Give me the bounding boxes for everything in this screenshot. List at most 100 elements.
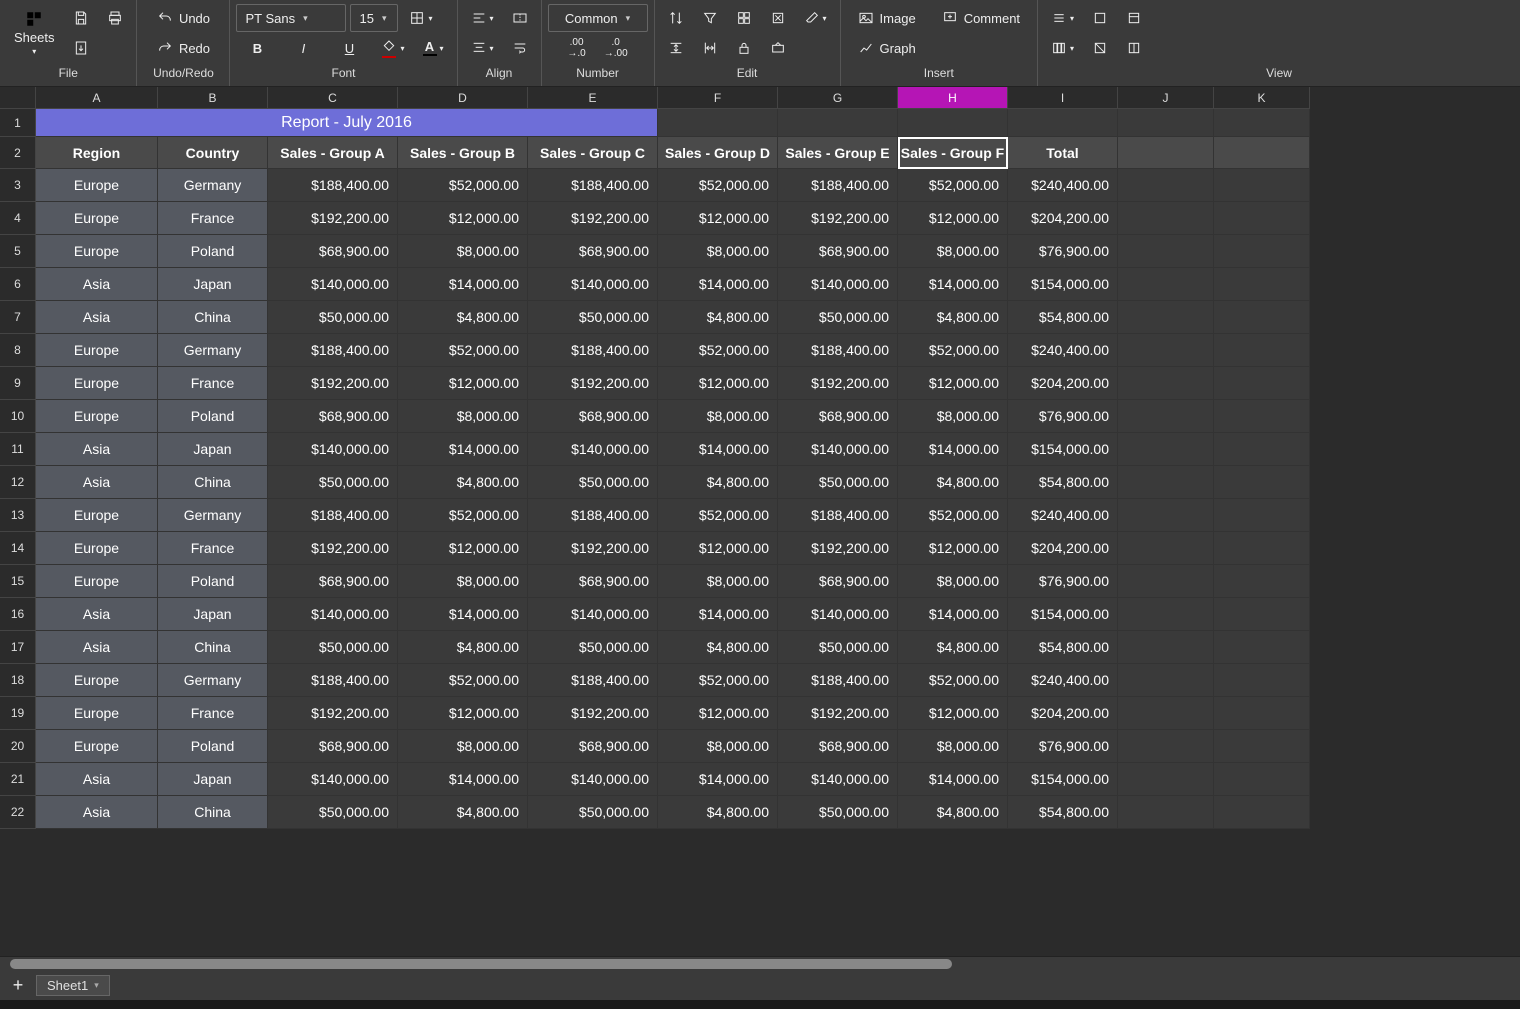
cell[interactable]: $50,000.00 (528, 796, 658, 829)
cell[interactable]: $14,000.00 (398, 763, 528, 796)
cell[interactable]: $240,400.00 (1008, 499, 1118, 532)
cell[interactable]: Europe (36, 664, 158, 697)
cell[interactable] (1214, 301, 1310, 334)
cell[interactable]: $52,000.00 (658, 169, 778, 202)
cell[interactable]: $4,800.00 (658, 796, 778, 829)
cell[interactable]: $4,800.00 (898, 631, 1008, 664)
font-name-select[interactable]: PT Sans▾ (236, 4, 346, 32)
redo-button[interactable]: Redo (143, 34, 223, 62)
column-header-C[interactable]: C (268, 87, 398, 109)
cell[interactable]: Europe (36, 532, 158, 565)
delete-button[interactable] (763, 4, 793, 32)
row-header[interactable]: 22 (0, 796, 36, 829)
cell[interactable] (1118, 664, 1214, 697)
cell[interactable]: $140,000.00 (528, 268, 658, 301)
cell[interactable]: Region (36, 137, 158, 169)
cell[interactable]: $12,000.00 (658, 532, 778, 565)
cell[interactable]: $140,000.00 (778, 268, 898, 301)
cell[interactable]: $52,000.00 (398, 664, 528, 697)
cell[interactable]: $12,000.00 (398, 367, 528, 400)
cell[interactable] (1118, 400, 1214, 433)
cell[interactable]: $8,000.00 (658, 565, 778, 598)
cell[interactable]: Europe (36, 334, 158, 367)
row-height-button[interactable] (661, 34, 691, 62)
cell[interactable]: Germany (158, 169, 268, 202)
cell[interactable]: $188,400.00 (528, 499, 658, 532)
cell[interactable] (1214, 730, 1310, 763)
cell[interactable]: $52,000.00 (658, 499, 778, 532)
cell[interactable]: $12,000.00 (658, 367, 778, 400)
cell[interactable]: $14,000.00 (658, 763, 778, 796)
cell[interactable]: Europe (36, 235, 158, 268)
row-header[interactable]: 10 (0, 400, 36, 433)
sheet-tab[interactable]: Sheet1 ▾ (36, 975, 110, 996)
cell[interactable]: $8,000.00 (398, 730, 528, 763)
cell[interactable]: $140,000.00 (268, 433, 398, 466)
sort-button[interactable] (661, 4, 691, 32)
cell[interactable]: Germany (158, 334, 268, 367)
cell[interactable]: Sales - Group A (268, 137, 398, 169)
cell[interactable] (1118, 796, 1214, 829)
cell[interactable]: $8,000.00 (398, 235, 528, 268)
cell[interactable]: $140,000.00 (528, 433, 658, 466)
cell[interactable]: $50,000.00 (778, 466, 898, 499)
row-header[interactable]: 11 (0, 433, 36, 466)
column-header-K[interactable]: K (1214, 87, 1310, 109)
cell[interactable]: Germany (158, 664, 268, 697)
cell[interactable]: Sales - Group D (658, 137, 778, 169)
cell[interactable]: $8,000.00 (398, 400, 528, 433)
row-header[interactable]: 5 (0, 235, 36, 268)
cell[interactable]: $68,900.00 (268, 235, 398, 268)
cell[interactable] (1118, 466, 1214, 499)
cell[interactable]: $140,000.00 (778, 763, 898, 796)
row-header[interactable]: 8 (0, 334, 36, 367)
cell[interactable]: $68,900.00 (268, 400, 398, 433)
italic-button[interactable]: I (282, 34, 324, 62)
cell[interactable]: $188,400.00 (268, 499, 398, 532)
cell[interactable]: $14,000.00 (898, 268, 1008, 301)
cell[interactable] (1118, 334, 1214, 367)
cell[interactable]: $188,400.00 (778, 169, 898, 202)
cell[interactable] (1214, 334, 1310, 367)
cell[interactable]: $50,000.00 (778, 631, 898, 664)
cell[interactable]: $52,000.00 (898, 664, 1008, 697)
insert-graph-button[interactable]: Graph (847, 34, 927, 62)
column-header-D[interactable]: D (398, 87, 528, 109)
cell[interactable]: $12,000.00 (898, 202, 1008, 235)
cell[interactable]: Asia (36, 433, 158, 466)
bold-button[interactable]: B (236, 34, 278, 62)
row-header[interactable]: 12 (0, 466, 36, 499)
cell[interactable]: $50,000.00 (268, 466, 398, 499)
cell[interactable] (1118, 202, 1214, 235)
cell[interactable]: Sales - Group C (528, 137, 658, 169)
link-button[interactable] (763, 34, 793, 62)
cell[interactable]: $52,000.00 (658, 334, 778, 367)
cell[interactable] (1118, 532, 1214, 565)
cell[interactable]: $240,400.00 (1008, 664, 1118, 697)
cell[interactable]: $50,000.00 (268, 301, 398, 334)
cell[interactable] (1214, 367, 1310, 400)
cell[interactable]: $154,000.00 (1008, 433, 1118, 466)
row-header[interactable]: 16 (0, 598, 36, 631)
cell[interactable]: $12,000.00 (658, 697, 778, 730)
cell[interactable]: $12,000.00 (898, 532, 1008, 565)
cell[interactable]: $12,000.00 (398, 697, 528, 730)
row-header[interactable]: 9 (0, 367, 36, 400)
cell[interactable]: Europe (36, 565, 158, 598)
cell[interactable]: $192,200.00 (778, 202, 898, 235)
lock-button[interactable] (729, 34, 759, 62)
borders-button[interactable]: ▾ (402, 4, 439, 32)
font-size-select[interactable]: 15▾ (350, 4, 398, 32)
cell[interactable]: $192,200.00 (778, 532, 898, 565)
cell[interactable] (1008, 109, 1118, 137)
cell[interactable]: $14,000.00 (398, 433, 528, 466)
cell[interactable] (1214, 137, 1310, 169)
cell[interactable]: $50,000.00 (778, 301, 898, 334)
cell[interactable] (1214, 202, 1310, 235)
row-header[interactable]: 19 (0, 697, 36, 730)
cell[interactable]: $140,000.00 (268, 763, 398, 796)
cell[interactable]: $54,800.00 (1008, 466, 1118, 499)
cell[interactable] (1118, 301, 1214, 334)
horizontal-scrollbar[interactable] (0, 956, 1520, 970)
cell[interactable] (1214, 433, 1310, 466)
